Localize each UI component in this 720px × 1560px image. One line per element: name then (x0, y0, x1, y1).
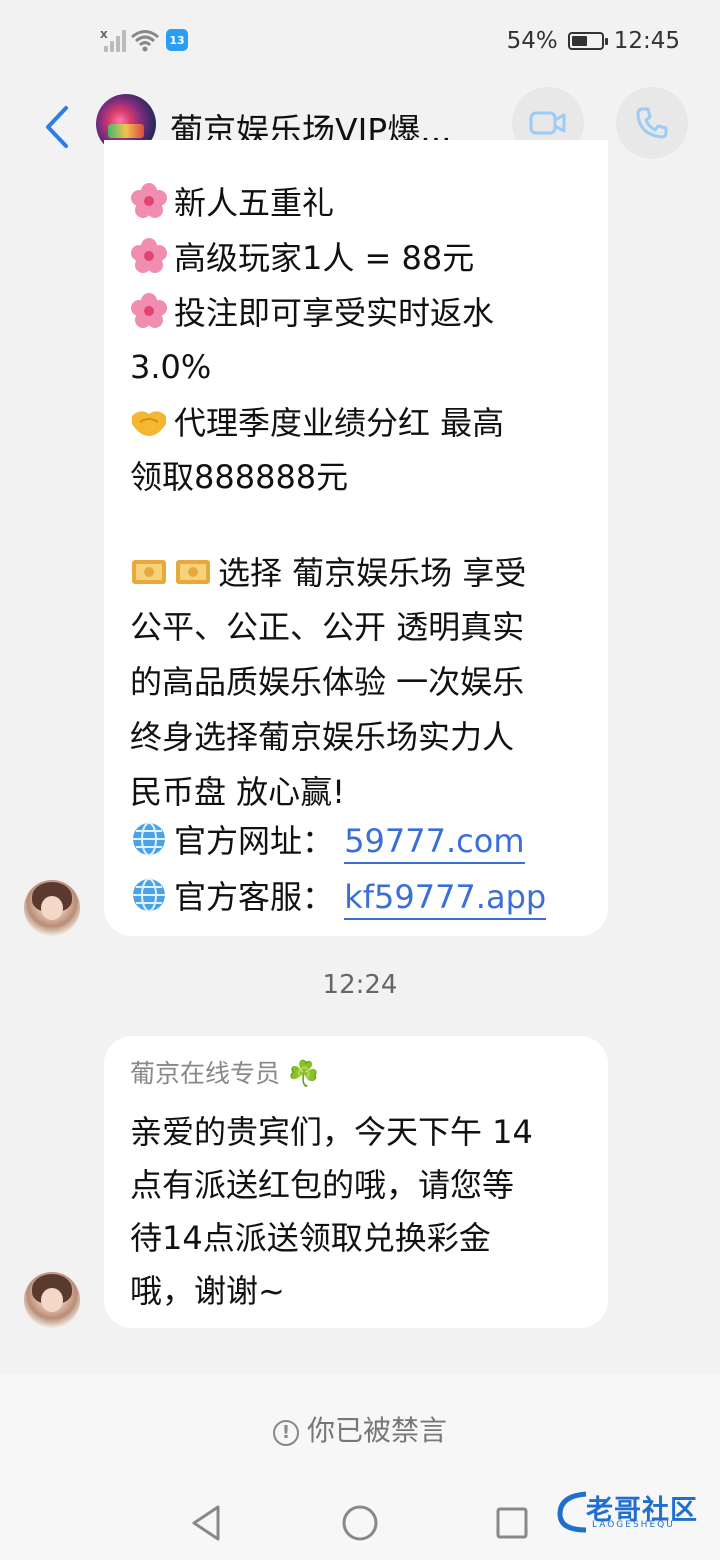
message-line: 领取888888元 (130, 458, 349, 496)
back-icon[interactable] (38, 102, 78, 152)
notification-badge-icon: 13 (166, 29, 188, 51)
message-line: 哦，谢谢~ (130, 1272, 285, 1310)
sender-avatar[interactable] (24, 880, 80, 936)
clock: 12:45 (613, 28, 680, 54)
message-line: 新人五重礼 (130, 182, 334, 223)
nav-back-icon[interactable] (188, 1503, 228, 1543)
input-area: ! 你已被禁言 老哥社区 LAOGESHEQU (0, 1375, 720, 1560)
status-bar: x 13 54% 12:45 (0, 0, 720, 86)
handshake-icon (132, 411, 166, 436)
globe-icon (133, 878, 165, 912)
cherry-blossom-icon (131, 293, 167, 328)
cherry-blossom-icon (131, 183, 167, 218)
message-line: 公平、公正、公开 透明真实 (130, 608, 525, 646)
wifi-icon (131, 30, 159, 52)
sender-name[interactable]: 葡京在线专员 ☘️ (130, 1054, 319, 1090)
voice-call-button[interactable] (616, 87, 688, 159)
website-link[interactable]: 59777.com (344, 822, 525, 864)
nav-home-icon[interactable] (340, 1503, 380, 1543)
message-bubble[interactable]: 葡京在线专员 ☘️ 亲爱的贵宾们，今天下午 14 点有派送红包的哦，请您等 待1… (104, 1036, 608, 1328)
video-call-icon (529, 111, 566, 135)
watermark-logo: 老哥社区 LAOGESHEQU (556, 1488, 706, 1536)
message-line: 终身选择葡京娱乐场实力人 (130, 718, 515, 756)
message-line: 投注即可享受实时返水 (130, 292, 494, 333)
message-bubble[interactable]: 新人五重礼 高级玩家1人 = 88元 投注即可享受实时返水 3.0% 代理季度业… (104, 140, 608, 936)
info-icon: ! (272, 1420, 299, 1446)
message-line: 的高品质娱乐体验 一次娱乐 (130, 663, 525, 701)
time-divider: 12:24 (322, 970, 398, 1000)
service-link[interactable]: kf59777.app (344, 878, 547, 920)
website-line: 官方网址： 59777.com (130, 820, 525, 864)
message-line: 选择 葡京娱乐场 享受 (130, 552, 526, 593)
money-bag-icon (132, 560, 166, 584)
battery-percent: 54% (506, 28, 558, 54)
cherry-blossom-icon (131, 238, 167, 273)
money-bag-icon (176, 560, 210, 584)
message-line: 民币盘 放心赢! (130, 773, 346, 811)
service-line: 官方客服： kf59777.app (130, 876, 547, 920)
message-line: 3.0% (130, 348, 212, 386)
message-line: 待14点派送领取兑换彩金 (130, 1219, 491, 1257)
message-line: 高级玩家1人 = 88元 (130, 237, 474, 278)
sender-avatar[interactable] (24, 1272, 80, 1328)
nav-recents-icon[interactable] (492, 1503, 532, 1543)
message-line: 代理季度业绩分红 最高 (130, 402, 504, 443)
globe-icon (133, 822, 165, 856)
message-line: 点有派送红包的哦，请您等 (130, 1166, 515, 1204)
muted-notice: ! 你已被禁言 (0, 1409, 720, 1449)
phone-icon (636, 107, 668, 139)
battery-icon (567, 32, 608, 50)
signal-icon: x (100, 28, 126, 52)
message-line: 亲爱的贵宾们，今天下午 14 (130, 1113, 533, 1151)
